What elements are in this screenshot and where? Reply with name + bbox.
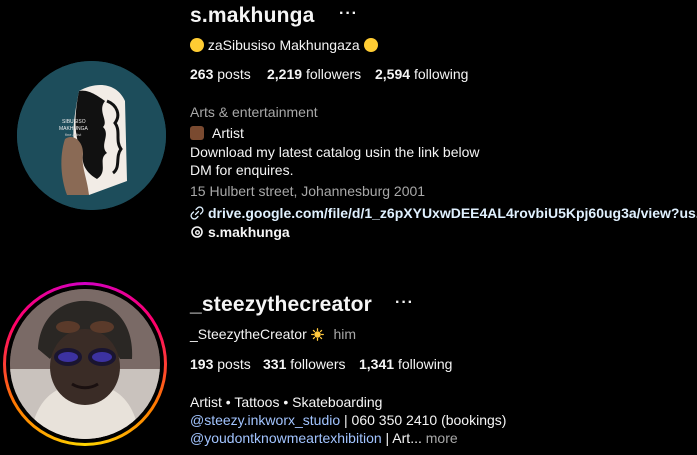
sun-emoji-icon <box>310 328 324 341</box>
followers-label: followers <box>305 66 362 82</box>
threads-link[interactable]: s.makhunga <box>190 223 290 241</box>
external-link[interactable]: drive.google.com/file/d/1_z6pXYUxwDEE4AL… <box>190 204 697 222</box>
full-name-text: zaSibusiso Makhungaza <box>207 37 360 53</box>
address: 15 Hulbert street, Johannesburg 2001 <box>190 183 426 199</box>
bio-line-1: Artist • Tattoos • Skateboarding <box>190 394 383 410</box>
more-button[interactable]: more <box>426 430 458 446</box>
artist-icon <box>190 126 204 140</box>
bio-line-1-text: Artist <box>212 125 244 141</box>
ellipsis-icon[interactable]: ··· <box>339 5 358 23</box>
following-label: following <box>397 356 453 372</box>
link-icon <box>190 206 204 220</box>
avatar-artwork: SIBUSISO MAKHUNGA fine artist <box>17 61 166 210</box>
bio-line-3: @youdontknowmeartexhibition | Art... mor… <box>190 429 458 447</box>
avatar-text-1: SIBUSISO <box>62 119 86 125</box>
followers-count: 331 <box>263 356 287 372</box>
posts-stat: 263 posts <box>190 66 251 82</box>
full-name-text: _SteezytheCreator <box>190 326 307 342</box>
following-count: 2,594 <box>375 66 411 82</box>
external-link-text[interactable]: drive.google.com/file/d/1_z6pXYUxwDEE4AL… <box>208 205 697 221</box>
profile-username[interactable]: _steezythecreator <box>190 293 372 317</box>
posts-label: posts <box>217 356 251 372</box>
profile-avatar[interactable]: SIBUSISO MAKHUNGA fine artist <box>17 61 166 210</box>
profile-avatar[interactable] <box>10 289 160 439</box>
mention-link[interactable]: @steezy.inkworx_studio <box>190 412 340 428</box>
following-stat[interactable]: 1,341 following <box>359 356 452 372</box>
posts-count: 263 <box>190 66 214 82</box>
category-label: Arts & entertainment <box>190 104 318 120</box>
followers-label: followers <box>290 356 346 372</box>
ellipsis-icon[interactable]: ··· <box>395 294 414 312</box>
posts-label: posts <box>217 66 251 82</box>
emoji-icon <box>190 38 204 52</box>
posts-count: 193 <box>190 356 214 372</box>
bio-line-3: DM for enquires. <box>190 162 294 178</box>
bio-line-2-text: | 060 350 2410 (bookings) <box>340 412 507 428</box>
bio-line-1: Artist <box>190 124 244 142</box>
followers-stat[interactable]: 2,219 followers <box>267 66 361 82</box>
followers-stat[interactable]: 331 followers <box>263 356 346 372</box>
bio-line-2: @steezy.inkworx_studio | 060 350 2410 (b… <box>190 411 506 429</box>
threads-handle[interactable]: s.makhunga <box>208 224 290 240</box>
avatar-photo <box>10 289 160 439</box>
followers-count: 2,219 <box>267 66 303 82</box>
avatar-text-3: fine artist <box>65 132 82 137</box>
bio-line-2: Download my latest catalog usin the link… <box>190 144 480 160</box>
profile-full-name: _SteezytheCreator him <box>190 326 356 342</box>
profile-username[interactable]: s.makhunga <box>190 4 315 28</box>
following-label: following <box>413 66 469 82</box>
following-stat[interactable]: 2,594 following <box>375 66 468 82</box>
mention-link[interactable]: @youdontknowmeartexhibition <box>190 430 382 446</box>
posts-stat: 193 posts <box>190 356 251 372</box>
threads-icon <box>191 226 203 238</box>
emoji-icon <box>363 38 378 52</box>
following-count: 1,341 <box>359 356 395 372</box>
pronouns: him <box>333 326 357 342</box>
profile-full-name: zaSibusiso Makhungaza <box>190 37 378 53</box>
bio-line-3-text: | Art... <box>381 430 422 446</box>
